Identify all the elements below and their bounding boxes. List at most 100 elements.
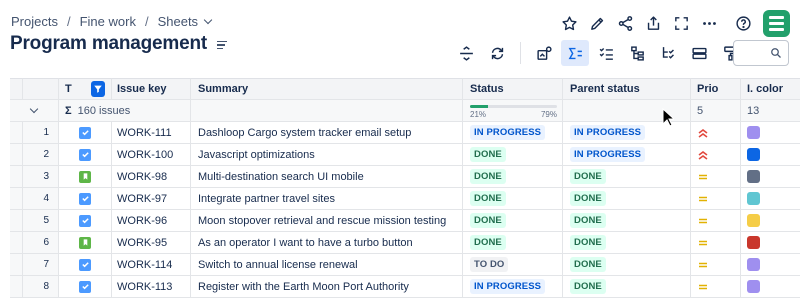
chevron-down-icon[interactable] <box>203 15 213 25</box>
issue-summary[interactable]: Javascript optimizations <box>191 144 463 166</box>
status-cell[interactable]: IN PROGRESS <box>463 276 563 298</box>
issue-summary[interactable]: Multi-destination search UI mobile <box>191 166 463 188</box>
pencil-icon[interactable] <box>583 9 611 37</box>
priority-cell[interactable] <box>691 166 741 188</box>
header-row: T Issue key Summary Status Parent status… <box>10 78 800 100</box>
issue-key[interactable]: WORK-95 <box>112 232 191 254</box>
share-icon[interactable] <box>611 9 639 37</box>
table-row[interactable]: 4 WORK-97 Integrate partner travel sites… <box>10 188 800 210</box>
priority-cell[interactable] <box>691 188 741 210</box>
task-icon <box>79 280 91 293</box>
row-number: 2 <box>23 144 59 166</box>
tree-check-icon[interactable] <box>654 40 682 66</box>
issue-color-cell[interactable] <box>741 254 800 276</box>
header-color[interactable]: I. color <box>741 78 800 100</box>
table-row[interactable]: 5 WORK-96 Moon stopover retrieval and re… <box>10 210 800 232</box>
issue-key[interactable]: WORK-114 <box>112 254 191 276</box>
issue-summary[interactable]: Integrate partner travel sites <box>191 188 463 210</box>
table-row[interactable]: 6 WORK-95 As an operator I want to have … <box>10 232 800 254</box>
search-input[interactable] <box>733 40 789 66</box>
parent-status-cell[interactable]: DONE <box>563 254 691 276</box>
issue-key[interactable]: WORK-113 <box>112 276 191 298</box>
priority-cell[interactable] <box>691 122 741 144</box>
row-gutter <box>10 144 23 166</box>
refresh-icon[interactable] <box>483 40 511 66</box>
issue-color-cell[interactable] <box>741 166 800 188</box>
priority-cell[interactable] <box>691 232 741 254</box>
more-icon[interactable] <box>695 9 723 37</box>
issue-summary[interactable]: Register with the Earth Moon Port Author… <box>191 276 463 298</box>
priority-cell[interactable] <box>691 254 741 276</box>
issue-color-cell[interactable] <box>741 276 800 298</box>
chevron-down-icon[interactable] <box>29 104 39 114</box>
priority-cell[interactable] <box>691 210 741 232</box>
issue-color-cell[interactable] <box>741 232 800 254</box>
priority-cell[interactable] <box>691 276 741 298</box>
status-cell[interactable]: DONE <box>463 166 563 188</box>
table-row[interactable]: 1 WORK-111 Dashloop Cargo system tracker… <box>10 122 800 144</box>
image-settings-icon[interactable] <box>530 40 558 66</box>
summary-prio-count: 5 <box>691 100 741 122</box>
header-issue-key[interactable]: Issue key <box>112 78 191 100</box>
row-height-icon[interactable] <box>685 40 713 66</box>
parent-status-cell[interactable]: DONE <box>563 276 691 298</box>
status-cell[interactable]: IN PROGRESS <box>463 122 563 144</box>
issue-color-cell[interactable] <box>741 210 800 232</box>
status-cell[interactable]: TO DO <box>463 254 563 276</box>
export-icon[interactable] <box>639 9 667 37</box>
breadcrumb-fine-work[interactable]: Fine work <box>80 14 136 29</box>
header-status[interactable]: Status <box>463 78 563 100</box>
issue-key[interactable]: WORK-100 <box>112 144 191 166</box>
header-prio[interactable]: Prio <box>691 78 741 100</box>
parent-status-cell[interactable]: DONE <box>563 188 691 210</box>
toolbar-divider <box>520 42 521 64</box>
breadcrumb-sheets[interactable]: Sheets <box>158 14 198 29</box>
issue-key[interactable]: WORK-97 <box>112 188 191 210</box>
app-logo[interactable] <box>763 9 790 37</box>
sum-icon[interactable] <box>561 40 589 66</box>
collapse-rows-icon[interactable] <box>452 40 480 66</box>
star-icon[interactable] <box>555 9 583 37</box>
status-cell[interactable]: DONE <box>463 188 563 210</box>
issue-summary[interactable]: Moon stopover retrieval and rescue missi… <box>191 210 463 232</box>
issue-key[interactable]: WORK-98 <box>112 166 191 188</box>
priority-cell[interactable] <box>691 144 741 166</box>
header-summary[interactable]: Summary <box>191 78 463 100</box>
color-swatch <box>747 170 760 183</box>
status-cell[interactable]: DONE <box>463 210 563 232</box>
status-cell[interactable]: DONE <box>463 232 563 254</box>
issue-color-cell[interactable] <box>741 144 800 166</box>
sheet-menu-icon[interactable] <box>217 39 228 50</box>
issue-key[interactable]: WORK-111 <box>112 122 191 144</box>
issue-summary[interactable]: Switch to annual license renewal <box>191 254 463 276</box>
header-parent-status[interactable]: Parent status <box>563 78 691 100</box>
parent-status-cell[interactable]: DONE <box>563 210 691 232</box>
checklist-icon[interactable] <box>592 40 620 66</box>
table-row[interactable]: 8 WORK-113 Register with the Earth Moon … <box>10 276 800 298</box>
parent-status-cell[interactable]: DONE <box>563 166 691 188</box>
status-cell[interactable]: DONE <box>463 144 563 166</box>
issue-color-cell[interactable] <box>741 122 800 144</box>
table-row[interactable]: 7 WORK-114 Switch to annual license rene… <box>10 254 800 276</box>
fullscreen-icon[interactable] <box>667 9 695 37</box>
issue-color-cell[interactable] <box>741 188 800 210</box>
parent-status-cell[interactable]: IN PROGRESS <box>563 144 691 166</box>
table-row[interactable]: 3 WORK-98 Multi-destination search UI mo… <box>10 166 800 188</box>
parent-status-lozenge: DONE <box>570 279 606 294</box>
story-icon <box>79 170 91 183</box>
parent-status-lozenge: IN PROGRESS <box>570 147 646 162</box>
filter-icon[interactable] <box>91 81 105 97</box>
breadcrumb-projects[interactable]: Projects <box>11 14 58 29</box>
table-row[interactable]: 2 WORK-100 Javascript optimizations DONE… <box>10 144 800 166</box>
issue-summary[interactable]: As an operator I want to have a turbo bu… <box>191 232 463 254</box>
header-type[interactable]: T <box>59 78 112 100</box>
row-number: 4 <box>23 188 59 210</box>
parent-status-cell[interactable]: DONE <box>563 232 691 254</box>
issue-summary[interactable]: Dashloop Cargo system tracker email setu… <box>191 122 463 144</box>
row-gutter <box>10 210 23 232</box>
issue-key[interactable]: WORK-96 <box>112 210 191 232</box>
sigma-icon: Σ <box>65 104 72 117</box>
help-icon[interactable] <box>729 9 757 37</box>
summary-expand[interactable] <box>10 100 59 122</box>
hierarchy-icon[interactable] <box>623 40 651 66</box>
